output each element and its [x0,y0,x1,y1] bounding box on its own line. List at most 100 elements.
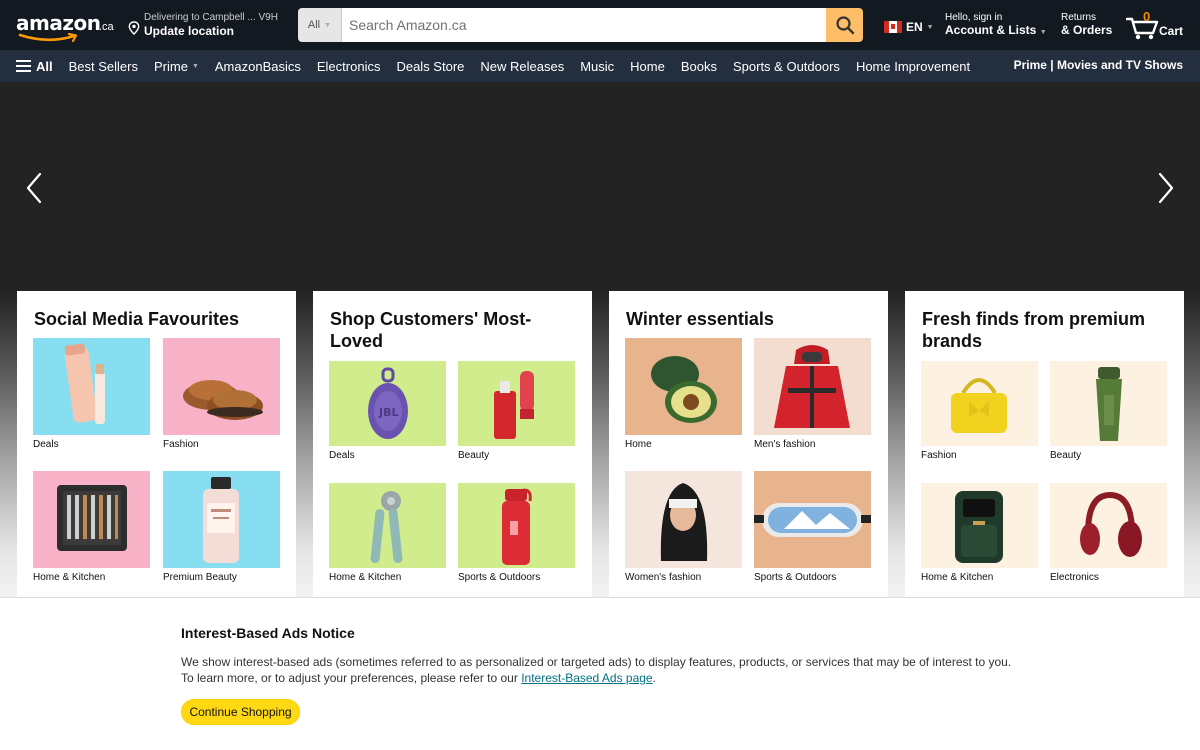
cart-button[interactable]: 0 Cart [1126,9,1188,42]
tile-label: Electronics [1050,572,1099,583]
card-fresh-finds-premium-brands: Fresh finds from premium brands Fashion … [905,291,1184,597]
search-button[interactable] [826,8,863,42]
nav-link-books[interactable]: Books [681,59,717,74]
caret-down-icon: ▼ [324,21,332,29]
nav-link-new-releases[interactable]: New Releases [480,59,564,74]
account-lists-label: Account & Lists ▼ [945,23,1047,37]
tile-label: Beauty [1050,450,1082,461]
water-bottle-icon [458,483,575,568]
can-opener-icon [329,483,446,568]
tile-label: Fashion [921,450,957,461]
tile-home-kitchen[interactable]: Home & Kitchen [921,483,1038,583]
account-lists[interactable]: Hello, sign in Account & Lists ▼ [945,12,1047,37]
tile-label: Home & Kitchen [329,572,402,583]
interest-based-ads-link[interactable]: Interest-Based Ads page [521,671,652,685]
nav-link-prime[interactable]: Prime ▼ [154,59,199,74]
shampoo-bottle-icon [163,471,280,568]
returns-orders[interactable]: Returns & Orders [1061,12,1112,37]
nav-link-music[interactable]: Music [580,59,614,74]
nav-links: Best Sellers Prime ▼ AmazonBasics Electro… [69,59,986,74]
nav-link-home[interactable]: Home [630,59,665,74]
search-icon [835,16,854,35]
search-category-dropdown[interactable]: All ▼ [298,8,342,42]
nav-link-best-sellers[interactable]: Best Sellers [69,59,138,74]
tile-sports-outdoors[interactable]: Sports & Outdoors [458,483,575,583]
lip-oil-icon [458,361,575,446]
tile-home-kitchen[interactable]: Home & Kitchen [329,483,446,583]
red-jacket-icon [754,338,871,435]
tile-label: Deals [329,450,355,461]
sub-navigation: All Best Sellers Prime ▼ AmazonBasics Ele… [0,50,1200,82]
tile-label: Home & Kitchen [921,572,994,583]
tile-fashion[interactable]: Fashion [163,338,280,450]
canada-flag-icon [884,21,902,33]
nav-link-deals-store[interactable]: Deals Store [396,59,464,74]
all-menu-label: All [36,58,53,74]
tile-fashion[interactable]: Fashion [921,361,1038,461]
avocado-warmer-icon [625,338,742,435]
amazon-logo[interactable]: amazon .ca [16,9,116,43]
tile-label: Men's fashion [754,439,816,450]
tile-label: Fashion [163,439,199,450]
nav-link-electronics[interactable]: Electronics [317,59,381,74]
speaker-icon: JBL [329,361,446,446]
air-fryer-icon [921,483,1038,568]
utensil-set-icon [33,471,150,568]
card-winter-essentials: Winter essentials Home Men's fashion Wom… [609,291,888,597]
card-social-media-favourites: Social Media Favourites Deals Fashion Ho… [17,291,296,597]
search-input[interactable] [342,8,826,42]
nav-link-amazonbasics[interactable]: AmazonBasics [215,59,301,74]
tile-label: Home & Kitchen [33,572,106,583]
svg-text:JBL: JBL [378,406,399,419]
returns-label: Returns [1061,12,1097,23]
nav-link-sports-outdoors[interactable]: Sports & Outdoors [733,59,840,74]
balaclava-icon [625,471,742,568]
tile-label: Deals [33,439,59,450]
tile-womens-fashion[interactable]: Women's fashion [625,471,742,583]
tile-premium-beauty[interactable]: Premium Beauty [163,471,280,583]
top-header: amazon .ca Delivering to Campbell ... V9… [0,0,1200,50]
carousel-next-arrow-icon[interactable] [1154,170,1178,206]
search-bar: All ▼ [298,8,863,42]
tile-beauty[interactable]: Beauty [458,361,575,461]
nav-link-home-improvement[interactable]: Home Improvement [856,59,970,74]
interest-based-ads-notice: Interest-Based Ads Notice We show intere… [0,597,1200,750]
card-title: Shop Customers' Most-Loved [330,309,532,351]
hamburger-menu-icon [16,60,31,72]
card-customers-most-loved: Shop Customers' Most-Loved JBL Deals Bea… [313,291,592,597]
tile-sports-outdoors[interactable]: Sports & Outdoors [754,471,871,583]
deliver-line1: Delivering to Campbell ... V9H [144,12,278,23]
account-greeting: Hello, sign in [945,12,1003,23]
skincare-tube-icon [33,338,150,435]
card-title: Social Media Favourites [34,309,240,329]
language-selector[interactable]: EN ▼ [884,17,934,37]
carousel-previous-arrow-icon[interactable] [22,170,46,206]
tile-deals[interactable]: JBL Deals [329,361,446,461]
tile-deals[interactable]: Deals [33,338,150,450]
all-menu-button[interactable]: All [16,59,53,74]
tile-label: Premium Beauty [163,572,237,583]
orders-label: & Orders [1061,23,1113,37]
tile-home[interactable]: Home [625,338,742,450]
tile-home-kitchen[interactable]: Home & Kitchen [33,471,150,583]
slippers-icon [163,338,280,435]
tile-label: Beauty [458,450,490,461]
language-code: EN [906,20,923,34]
cart-label: Cart [1159,24,1184,38]
card-title: Fresh finds from premium brands [922,309,1146,351]
card-title: Winter essentials [626,309,774,329]
notice-body: We show interest-based ads (sometimes re… [181,654,1021,686]
headphones-icon [1050,483,1167,568]
notice-body-end: . [652,671,656,685]
caret-down-icon: ▼ [191,62,199,70]
logo-tld: .ca [99,21,114,33]
prime-video-promo-link[interactable]: Prime | Movies and TV Shows [1014,58,1183,72]
ski-goggles-icon [754,471,871,568]
tile-beauty[interactable]: Beauty [1050,361,1167,461]
tile-electronics[interactable]: Electronics [1050,483,1167,583]
deliver-location[interactable]: Delivering to Campbell ... V9H Update lo… [128,12,288,40]
continue-shopping-button[interactable]: Continue Shopping [181,699,300,725]
tile-label: Home [625,439,652,450]
tile-mens-fashion[interactable]: Men's fashion [754,338,871,450]
tile-label: Women's fashion [625,572,702,583]
